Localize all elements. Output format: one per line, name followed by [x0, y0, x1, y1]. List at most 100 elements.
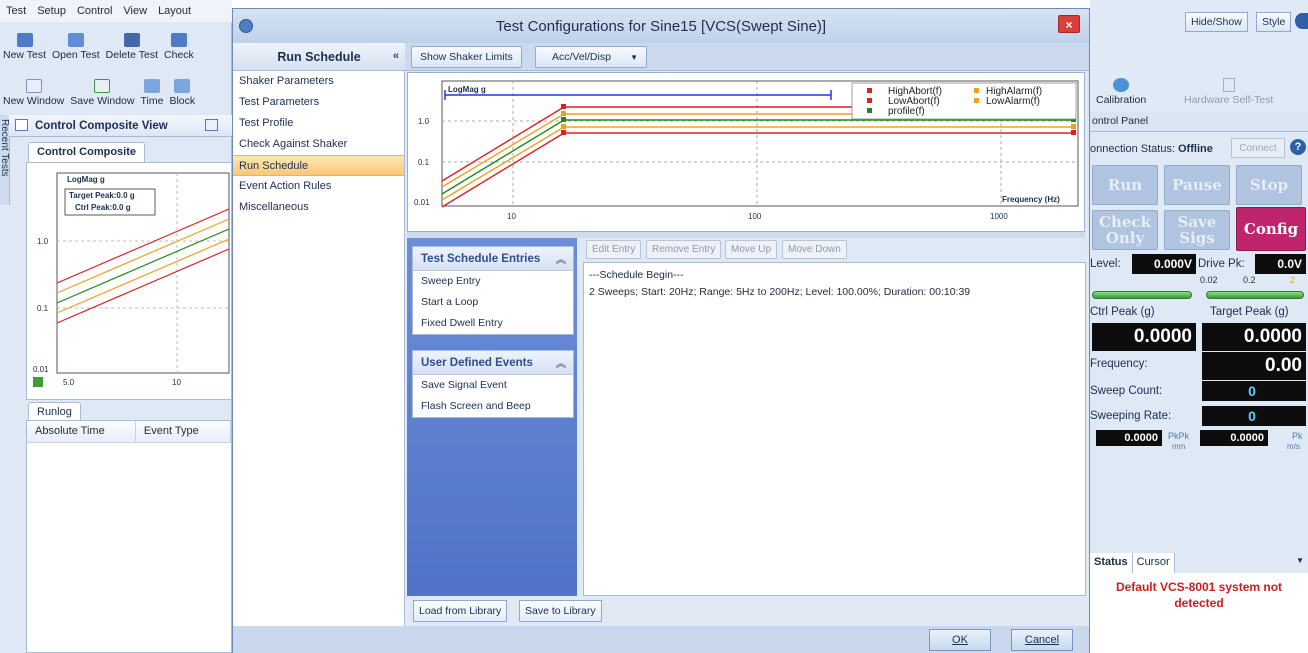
menu-view[interactable]: View: [123, 5, 147, 17]
save-window-button[interactable]: Save Window: [67, 72, 137, 110]
calibration-icon: [1113, 78, 1130, 92]
drive-tick: 2: [1290, 275, 1296, 285]
mini-x-tick: 10: [172, 378, 181, 387]
nav-item-shaker-parameters[interactable]: Shaker Parameters: [233, 71, 404, 92]
chart-tool-icon[interactable]: [33, 377, 43, 387]
sweep-rate-label: Sweeping Rate:: [1090, 410, 1172, 422]
connection-status: Offline: [1178, 143, 1213, 155]
dialog-button-bar: OK Cancel: [233, 626, 1089, 653]
pkpk-unit: PkPk: [1168, 431, 1190, 441]
time-button[interactable]: Time: [137, 72, 166, 110]
view-settings-icon[interactable]: [205, 119, 218, 131]
chart-label: LogMag g: [448, 85, 486, 94]
pk-unit: Pk: [1292, 431, 1303, 441]
level-label: Level:: [1090, 258, 1121, 270]
tab-cursor[interactable]: Cursor: [1132, 553, 1175, 573]
new-test-icon: [16, 33, 33, 47]
control-composite-panel: LogMag g Target Peak:0.0 g Ctrl Peak:0.0…: [26, 162, 232, 400]
mini-ctrl-peak: Ctrl Peak:0.0 g: [75, 203, 131, 212]
main-app-window: Test Setup Control View Layout New Test …: [0, 0, 232, 653]
units-dropdown[interactable]: Acc/Vel/Disp ▼: [535, 46, 647, 68]
collapse-up-icon[interactable]: ︽: [556, 251, 566, 266]
open-test-button[interactable]: Open Test: [49, 26, 103, 64]
drive-tick: 0.2: [1243, 275, 1256, 285]
chevron-down-icon: ▼: [630, 52, 638, 62]
level-readout: 0.000V: [1132, 254, 1196, 274]
chevron-down-icon[interactable]: ▼: [1174, 553, 1308, 573]
sweep-count-readout: 0: [1202, 381, 1306, 401]
tab-status[interactable]: Status: [1090, 553, 1133, 573]
nav-item-test-profile[interactable]: Test Profile: [233, 113, 404, 134]
menu-setup[interactable]: Setup: [37, 5, 66, 17]
nav-item-test-parameters[interactable]: Test Parameters: [233, 92, 404, 113]
nav-item-check-against-shaker[interactable]: Check Against Shaker: [233, 134, 404, 155]
move-up-button[interactable]: Move Up: [725, 240, 778, 259]
tab-control-composite[interactable]: Control Composite: [28, 142, 145, 162]
stop-button[interactable]: Stop: [1236, 165, 1302, 205]
dialog-title: Test Configurations for Sine15 [VCS(Swep…: [233, 9, 1089, 43]
menu-control[interactable]: Control: [77, 5, 112, 17]
menu-test[interactable]: Test: [6, 5, 26, 17]
new-window-button[interactable]: New Window: [0, 72, 67, 110]
test-configuration-dialog: Test Configurations for Sine15 [VCS(Swep…: [232, 8, 1090, 653]
flash-screen-beep-item[interactable]: Flash Screen and Beep: [413, 396, 573, 417]
remove-entry-button[interactable]: Remove Entry: [646, 240, 722, 259]
collapse-up-icon[interactable]: ︽: [556, 355, 566, 370]
new-test-button[interactable]: New Test: [0, 26, 49, 64]
save-signal-event-item[interactable]: Save Signal Event: [413, 375, 573, 396]
control-panel-header: ontrol Panel: [1090, 112, 1308, 132]
connect-button[interactable]: Connect: [1231, 138, 1285, 158]
mini-y-tick: 0.1: [37, 304, 49, 313]
schedule-line[interactable]: ---Schedule Begin---: [589, 267, 1080, 284]
delete-test-button[interactable]: Delete Test: [103, 26, 161, 64]
sweep-count-label: Sweep Count:: [1090, 385, 1163, 397]
nav-item-miscellaneous[interactable]: Miscellaneous: [233, 197, 404, 218]
nav-item-run-schedule[interactable]: Run Schedule: [233, 155, 404, 176]
cancel-button[interactable]: Cancel: [1011, 629, 1073, 651]
mini-x-tick: 5.0: [63, 378, 75, 387]
block-button[interactable]: Block: [166, 72, 198, 110]
target-peak-label: Target Peak (g): [1210, 306, 1289, 318]
save-to-library-button[interactable]: Save to Library: [519, 600, 602, 622]
load-from-library-button[interactable]: Load from Library: [413, 600, 508, 622]
edit-entry-button[interactable]: Edit Entry: [586, 240, 642, 259]
close-icon[interactable]: ×: [1058, 15, 1080, 33]
nav-list: Shaker Parameters Test Parameters Test P…: [233, 71, 405, 626]
collapse-icon[interactable]: «: [393, 50, 399, 62]
schedule-list[interactable]: ---Schedule Begin--- 2 Sweeps; Start: 20…: [583, 262, 1086, 596]
drive-tick: 0.02: [1200, 275, 1218, 285]
hardware-self-test-button[interactable]: Hardware Self-Test: [1184, 78, 1273, 106]
runlog-column-event[interactable]: Event Type: [136, 421, 231, 442]
nav-item-event-action-rules[interactable]: Event Action Rules: [233, 176, 404, 197]
move-down-button[interactable]: Move Down: [782, 240, 847, 259]
pause-button[interactable]: Pause: [1164, 165, 1230, 205]
check-only-button[interactable]: Check Only: [1092, 210, 1158, 250]
help-icon[interactable]: [1295, 13, 1308, 29]
save-sigs-button[interactable]: Save Sigs: [1164, 210, 1230, 250]
show-shaker-limits-button[interactable]: Show Shaker Limits: [411, 46, 522, 68]
config-button[interactable]: Config: [1236, 207, 1306, 251]
schedule-entries-group: Test Schedule Entries ︽ Sweep Entry Start…: [412, 246, 574, 335]
calibration-button[interactable]: Calibration: [1096, 78, 1146, 106]
style-button[interactable]: Style: [1256, 12, 1292, 32]
y-tick: 0.01: [414, 198, 430, 207]
check-button[interactable]: Check: [161, 26, 197, 64]
y-tick: 1.0: [418, 117, 430, 126]
tab-runlog[interactable]: Runlog: [28, 402, 81, 422]
delete-test-icon: [123, 33, 140, 47]
runlog-panel: Absolute Time Event Type: [26, 420, 232, 653]
hide-show-button[interactable]: Hide/Show: [1185, 12, 1248, 32]
mini-y-tick: 1.0: [37, 237, 49, 246]
content-toolbar: Show Shaker Limits Acc/Vel/Disp ▼: [405, 43, 1089, 71]
run-button[interactable]: Run: [1092, 165, 1158, 205]
menu-layout[interactable]: Layout: [158, 5, 191, 17]
start-loop-item[interactable]: Start a Loop: [413, 292, 573, 313]
ok-button[interactable]: OK: [929, 629, 991, 651]
help-icon[interactable]: ?: [1290, 139, 1306, 155]
sweep-entry-item[interactable]: Sweep Entry: [413, 271, 573, 292]
runlog-column-time[interactable]: Absolute Time: [27, 421, 136, 442]
hardware-test-icon: [1222, 78, 1235, 92]
schedule-line[interactable]: 2 Sweeps; Start: 20Hz; Range: 5Hz to 200…: [589, 284, 1080, 301]
profile-chart: HighAbort(f) HighAlarm(f) LowAbort(f) Lo…: [407, 72, 1085, 232]
fixed-dwell-entry-item[interactable]: Fixed Dwell Entry: [413, 313, 573, 334]
